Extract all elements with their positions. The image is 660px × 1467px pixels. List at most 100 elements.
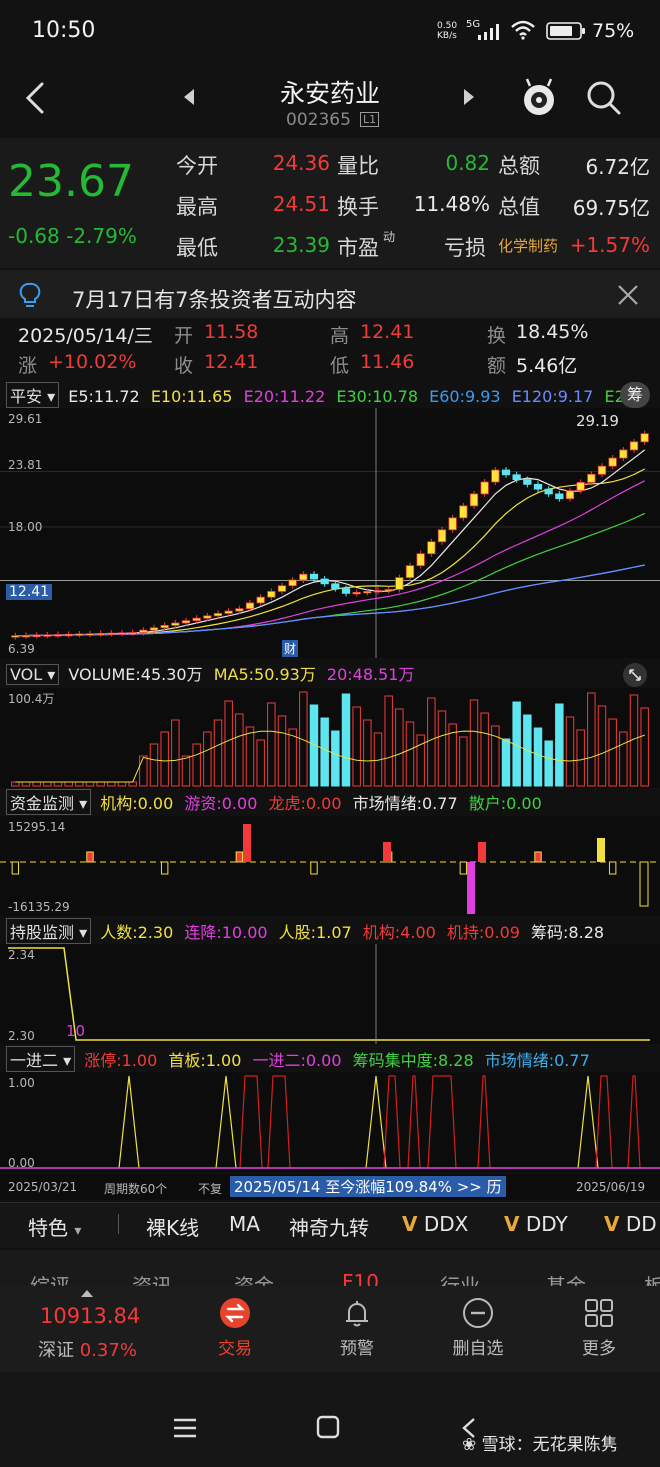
limit-selector[interactable]: 一进二 ▾	[6, 1046, 76, 1072]
quote-value: 69.75亿	[572, 196, 650, 220]
ma-line	[15, 512, 645, 637]
limit-plateau	[383, 1075, 401, 1169]
volume-bar	[53, 781, 63, 787]
subnav-item[interactable]: 综评	[30, 1270, 70, 1286]
limit-spike	[365, 1075, 387, 1169]
candle-body	[160, 624, 169, 629]
quote-label: 最低	[176, 236, 218, 260]
index-value[interactable]: 10913.84	[40, 1304, 140, 1328]
candle-body	[43, 634, 52, 637]
fund-bar	[597, 838, 605, 862]
fund-item: 机构:0.00	[100, 794, 174, 813]
limit-plateau	[407, 1075, 421, 1169]
tab-dd[interactable]: V DD	[604, 1212, 657, 1236]
fund-bar	[310, 861, 318, 875]
limit-spike	[118, 1075, 140, 1169]
volume-bar	[619, 731, 628, 787]
nav-remove-watchlist[interactable]: 删自选	[433, 1296, 523, 1359]
volume-panel[interactable]	[0, 688, 660, 788]
adjust-mode[interactable]: 不复	[198, 1180, 222, 1197]
notice-text[interactable]: 7月17日有7条投资者互动内容	[72, 284, 356, 314]
subnav-item[interactable]: 基金	[546, 1270, 586, 1286]
limit-plateau	[267, 1075, 291, 1169]
tab-ddx[interactable]: V DDX	[402, 1212, 468, 1236]
nav-label: 更多	[582, 1339, 616, 1359]
index-name[interactable]: 深证 0.37%	[38, 1336, 137, 1362]
subnav-item[interactable]: 板	[644, 1270, 660, 1286]
quote-value: 6.72亿	[585, 155, 650, 179]
volume-bar	[277, 715, 287, 787]
collapse-up-icon[interactable]	[80, 1288, 94, 1298]
candle-body	[555, 493, 564, 500]
candle-body	[448, 517, 457, 531]
candle-body	[501, 469, 511, 476]
kline-panel[interactable]	[0, 408, 660, 658]
nav-alert[interactable]: 预警	[312, 1296, 402, 1359]
industry-label[interactable]: 化学制药	[498, 235, 558, 256]
fund-bar	[383, 842, 391, 862]
limit-panel[interactable]	[0, 1072, 660, 1172]
ma-selector[interactable]: 平安 ▾	[6, 382, 60, 408]
subnav-item[interactable]: F10	[342, 1270, 379, 1286]
subnav-item[interactable]: 资金	[234, 1270, 274, 1286]
volume-bar	[533, 727, 543, 787]
vol-selector[interactable]: VOL ▾	[6, 664, 60, 685]
tab-feature[interactable]: 特色 ▾	[28, 1212, 81, 1241]
ohlc-turnover: 18.45%	[516, 321, 589, 343]
hold-indicator-bar: 持股监测 ▾ 人数:2.30 连降:10.00 人股:1.07 机构:4.00 …	[0, 918, 660, 944]
quote-label: 换手	[337, 195, 379, 219]
close-icon[interactable]	[616, 283, 640, 307]
candle-body	[629, 441, 639, 451]
fund-selector[interactable]: 资金监测 ▾	[6, 789, 92, 815]
previous-stock-icon[interactable]	[180, 86, 198, 108]
wifi-icon	[511, 20, 535, 40]
limit-item: 一进二:0.00	[252, 1051, 342, 1070]
menu-icon[interactable]	[172, 1416, 198, 1440]
hold-selector[interactable]: 持股监测 ▾	[6, 918, 92, 944]
candle-body	[576, 482, 585, 491]
fund-panel[interactable]	[0, 816, 660, 916]
tab-magic-nine[interactable]: 神奇九转	[289, 1212, 369, 1241]
back-icon[interactable]	[22, 80, 50, 116]
volume-bar	[469, 699, 479, 787]
tab-ma[interactable]: MA	[229, 1212, 260, 1236]
hold-item: 连降:10.00	[184, 923, 268, 942]
limit-item: 筹码集中度:8.28	[352, 1051, 474, 1070]
tab-naked-k[interactable]: 裸K线	[146, 1212, 199, 1241]
pe-superscript: 动	[383, 230, 396, 244]
volume-bar	[341, 693, 351, 787]
volume-bar	[128, 781, 137, 787]
volume-bar	[139, 755, 148, 787]
financial-report-marker[interactable]: 财	[282, 640, 299, 657]
quote-label: 今开	[176, 154, 218, 178]
candle-body	[619, 449, 628, 459]
candle-body	[149, 627, 159, 631]
candle-body	[32, 634, 41, 638]
candle-body	[224, 610, 233, 614]
candle-body	[597, 465, 607, 475]
nav-more[interactable]: 更多	[554, 1296, 644, 1359]
subnav-item[interactable]: 行业	[440, 1270, 480, 1286]
ohlc-high: 12.41	[360, 321, 415, 343]
ma-item: E30:10.78	[336, 387, 419, 406]
volume-bar	[11, 781, 20, 787]
last-price: 23.67	[8, 156, 134, 207]
mascot-icon[interactable]	[518, 76, 560, 118]
home-icon[interactable]	[315, 1414, 341, 1440]
nav-trade[interactable]: 交易	[190, 1296, 280, 1359]
subnav-item[interactable]: 资讯	[132, 1270, 172, 1286]
hold-item: 人股:1.07	[278, 923, 352, 942]
expand-icon[interactable]	[622, 662, 648, 688]
candle-body	[405, 565, 415, 578]
chip-button[interactable]: 筹	[620, 382, 650, 408]
candle-body	[373, 590, 383, 593]
tab-ddy[interactable]: V DDY	[504, 1212, 568, 1236]
range-gain-tag[interactable]: 2025/05/14 至今涨幅109.84% >> 历	[230, 1176, 506, 1197]
lightbulb-icon	[19, 282, 41, 307]
candle-body	[21, 635, 31, 638]
search-icon[interactable]	[584, 78, 624, 118]
next-stock-icon[interactable]	[460, 86, 478, 108]
volume-bar	[555, 703, 564, 787]
limit-spike	[215, 1075, 237, 1169]
hold-panel[interactable]	[0, 944, 660, 1044]
